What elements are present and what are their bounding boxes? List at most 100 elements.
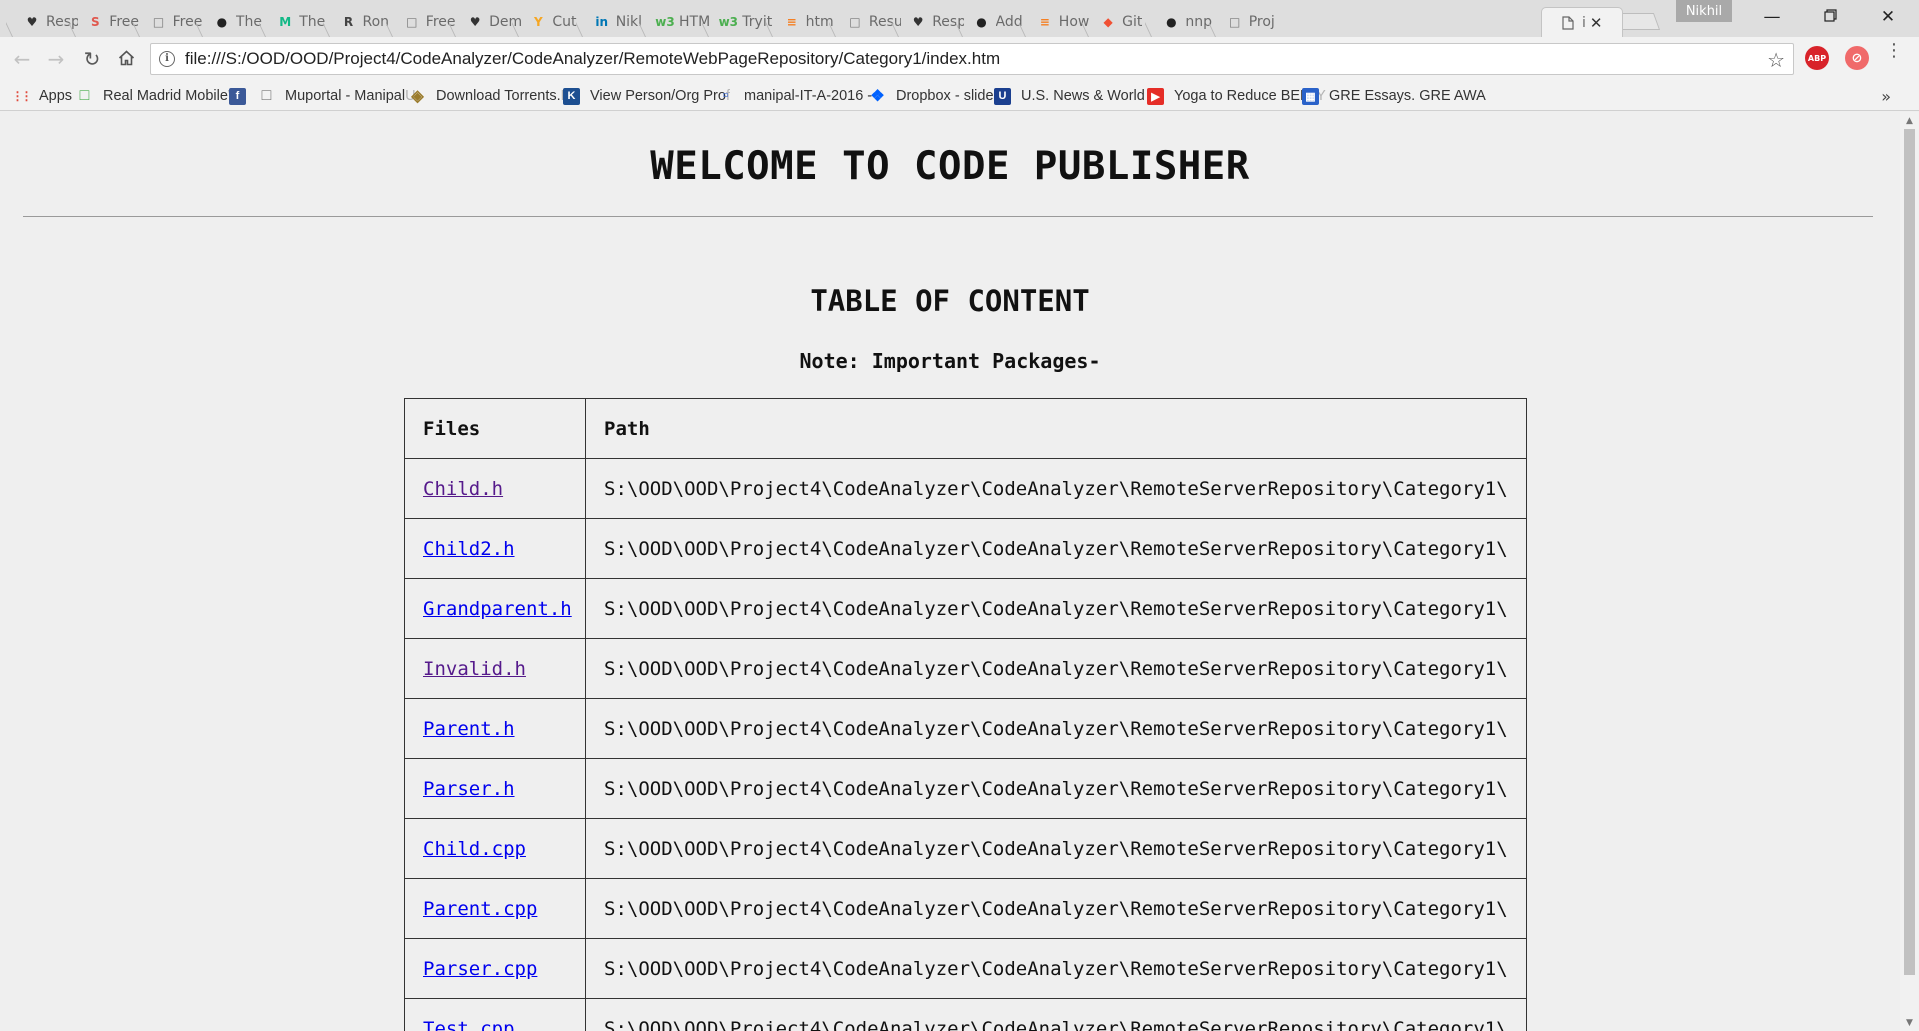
tab-0[interactable]: ♥ Resp [6, 7, 78, 37]
bookmark-item[interactable]: ◈Download Torrents. F [409, 86, 569, 106]
bookmark-item[interactable]: U U.S. News & World R [994, 86, 1159, 106]
tab-7[interactable]: ♥ Dem [449, 7, 521, 37]
tab-17[interactable]: ◆ Git [1082, 7, 1154, 37]
table-row: Child2.h S:\OOD\OOD\Project4\CodeAnalyzer… [404, 518, 1527, 579]
adblock-plus-icon[interactable]: ABP [1805, 46, 1829, 70]
bookmark-label: Apps [39, 88, 73, 104]
path-cell: S:\OOD\OOD\Project4\CodeAnalyzer\CodeAna… [585, 578, 1527, 639]
bookmark-item[interactable]: □ Muportal - Manipal U [258, 86, 416, 106]
tab-label: The [235, 14, 262, 30]
scroll-down-icon[interactable]: ▼ [1900, 1014, 1919, 1031]
file-link[interactable]: Child.h [423, 478, 503, 500]
facebook-icon: f [229, 87, 246, 105]
scrollbar-thumb[interactable] [1904, 129, 1915, 975]
tab-4[interactable]: M The [259, 7, 331, 37]
file-link[interactable]: Invalid.h [423, 658, 526, 680]
tab-12[interactable]: ≡ htm [766, 7, 838, 37]
minimize-button[interactable]: — [1743, 0, 1801, 34]
tab-1[interactable]: S Free [69, 7, 141, 37]
tab-9[interactable]: in Nikl [576, 7, 648, 37]
star-icon[interactable]: ☆ [1767, 48, 1785, 72]
column-header-files: Files [404, 398, 586, 459]
tab-8[interactable]: Y Cut [512, 7, 584, 37]
page-icon: □ [152, 15, 165, 29]
file-link[interactable]: Parser.h [423, 778, 515, 800]
file-link[interactable]: Child.cpp [423, 838, 526, 860]
address-bar[interactable]: i file:///S:/OOD/OOD/Project4/CodeAnalyz… [150, 43, 1794, 75]
tab-15[interactable]: ● Add [956, 7, 1028, 37]
scroll-up-icon[interactable]: ▲ [1900, 112, 1919, 129]
tab-3[interactable]: ● The [196, 7, 268, 37]
tab-11[interactable]: w3 Tryit [702, 7, 774, 37]
info-icon[interactable]: i [159, 51, 175, 67]
page-icon: □ [406, 15, 418, 29]
tab-19[interactable]: □ Proj [1209, 7, 1281, 37]
bookmark-item[interactable]: ▫ manipal-IT-A-2016 - [717, 86, 872, 106]
tab-label: The [299, 14, 326, 30]
restore-button[interactable] [1801, 0, 1859, 34]
file-cell: Parent.h [404, 698, 586, 759]
path-cell: S:\OOD\OOD\Project4\CodeAnalyzer\CodeAna… [585, 998, 1527, 1031]
git-icon: ◆ [1103, 15, 1113, 29]
file-link[interactable]: Grandparent.h [423, 598, 572, 620]
bookmark-item[interactable]: f [229, 86, 256, 106]
file-link[interactable]: Parent.cpp [423, 898, 537, 920]
profile-name: Nikhil [1685, 3, 1723, 19]
browser-toolbar: ← → ↻ i file:///S:/OOD/OOD/Project4/Code… [0, 37, 1919, 81]
tab-active[interactable]: i ✕ [1541, 7, 1623, 37]
arrow-right-icon: → [47, 47, 65, 71]
file-link[interactable]: Parent.h [423, 718, 515, 740]
tab-2[interactable]: □ Free [133, 7, 205, 37]
file-link[interactable]: Parser.cpp [423, 958, 537, 980]
file-link[interactable]: Test.cpp [423, 1018, 515, 1031]
page-icon: □ [849, 15, 861, 29]
table-row: Child.cpp S:\OOD\OOD\Project4\CodeAnalyze… [404, 818, 1527, 879]
tab-label: i [1582, 14, 1586, 31]
column-header-path: Path [585, 398, 1527, 459]
tab-6[interactable]: □ Free [386, 7, 458, 37]
file-cell: Grandparent.h [404, 578, 586, 639]
file-link[interactable]: Child2.h [423, 538, 515, 560]
heart-icon: ♥ [26, 15, 38, 29]
bookmark-item[interactable]: K View Person/Org Pro f [563, 86, 730, 106]
bookmark-item[interactable]: ▶ Yoga to Reduce BELL Y [1147, 86, 1326, 106]
tab-5[interactable]: R Ron [323, 7, 395, 37]
github-icon: ● [976, 15, 987, 29]
profile-button[interactable]: Nikhil [1676, 0, 1732, 22]
path-cell: S:\OOD\OOD\Project4\CodeAnalyzer\CodeAna… [585, 638, 1527, 699]
bookmark-item[interactable]: ▦ GRE Essays. GRE AWA [1302, 86, 1486, 106]
tab-label: Proj [1248, 14, 1275, 30]
table-header-row: Files Path [404, 398, 1527, 459]
bookmark-label: Muportal - Manipal [285, 88, 406, 104]
close-tab-icon[interactable]: ✕ [1590, 14, 1603, 32]
file-cell: Parser.h [404, 758, 586, 819]
bookmark-item[interactable]: □Real Madrid Mobile W [76, 86, 242, 106]
forward-button[interactable]: → [42, 45, 70, 73]
medium-icon: M [279, 15, 292, 29]
bookmarks-overflow-icon[interactable]: » [1881, 87, 1891, 106]
menu-icon[interactable]: ⋮ [1885, 42, 1903, 60]
blocked-extension-icon[interactable]: ⊘ [1845, 46, 1869, 70]
tab-14[interactable]: ♥ Resp [892, 7, 964, 37]
bookmark-label: Download Torrents. [436, 88, 561, 104]
tab-10[interactable]: w3 HTM [639, 7, 711, 37]
tab-13[interactable]: □ Resu [829, 7, 901, 37]
calendar-icon: ▦ [1302, 87, 1319, 105]
home-button[interactable] [112, 45, 140, 73]
address-url[interactable]: file:///S:/OOD/OOD/Project4/CodeAnalyzer… [185, 49, 1000, 69]
tab-16[interactable]: ≡ How [1019, 7, 1091, 37]
reload-button[interactable]: ↻ [78, 45, 106, 73]
bookmark-item[interactable]: ❖ Dropbox - slides [869, 86, 1000, 106]
y-logo-icon: Y [534, 15, 543, 29]
bookmark-item[interactable]: ⋮⋮ Apps [12, 86, 72, 106]
linkedin-icon: in [595, 15, 609, 29]
tab-18[interactable]: ● nnp [1145, 7, 1217, 37]
file-cell: Child2.h [404, 518, 586, 579]
youtube-icon: ▶ [1147, 87, 1164, 105]
close-window-button[interactable]: ✕ [1859, 0, 1917, 34]
back-button[interactable]: ← [8, 45, 36, 73]
page-viewport: WELCOME TO CODE PUBLISHER TABLE OF CONTE… [0, 112, 1900, 1031]
vertical-scrollbar[interactable]: ▲ ▼ [1900, 112, 1919, 1031]
r-logo-icon: R [343, 15, 354, 29]
table-row: Parent.h S:\OOD\OOD\Project4\CodeAnalyzer… [404, 698, 1527, 759]
